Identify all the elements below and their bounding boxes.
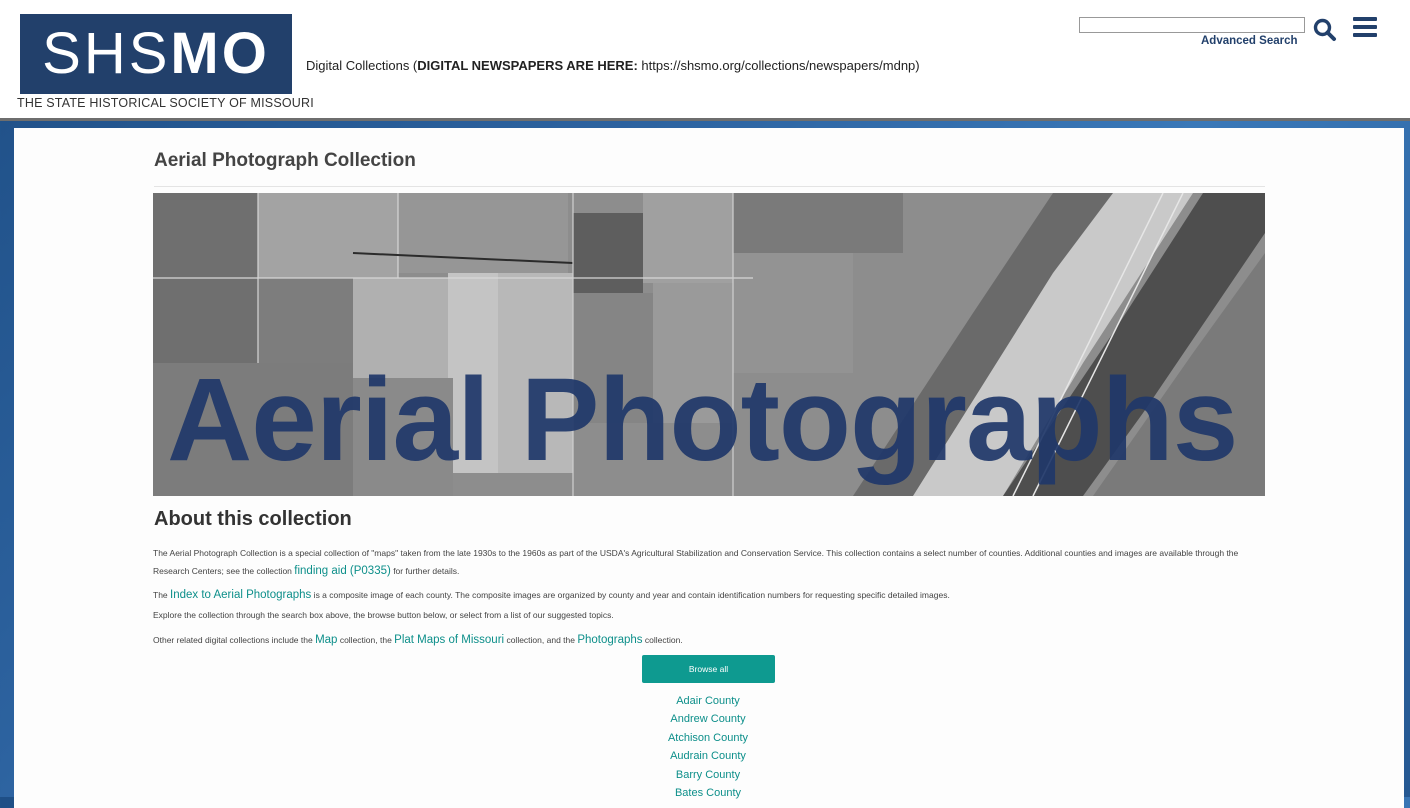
topic-link-adair-county[interactable]: Adair County [676,695,740,707]
topic-item: Adair County [594,691,822,709]
topic-item: Andrew County [594,709,822,727]
plat-maps-link[interactable]: Plat Maps of Missouri [394,634,504,646]
logo-wordmark: SHSMO [20,14,292,94]
about-p2-text-after: is a composite image of each county. The… [311,590,950,600]
about-p4-text-4: collection. [642,635,683,645]
site-header: SHSMO THE STATE HISTORICAL SOCIETY OF MI… [0,0,1410,121]
notice-prefix: Digital Collections ( [306,58,418,73]
about-p4-text-1: Other related digital collections includ… [153,635,316,645]
hero-banner-text: Aerial Photographs [167,354,1238,486]
topic-link-audrain-county[interactable]: Audrain County [670,750,746,762]
topic-item: Barry County [594,765,822,783]
topic-item: Bates County [594,783,822,801]
topic-item: Atchison County [594,728,822,746]
logo-box: SHSMO [20,14,292,94]
site-notice: Digital Collections (DIGITAL NEWSPAPERS … [306,58,920,73]
shsmo-logo[interactable]: SHSMO THE STATE HISTORICAL SOCIETY OF MI… [17,14,314,118]
about-paragraph-4: Other related digital collections includ… [153,630,1265,650]
about-heading: About this collection [154,508,352,530]
hamburger-menu-icon[interactable] [1353,17,1377,39]
topic-link-andrew-county[interactable]: Andrew County [670,713,745,725]
topic-link-bates-county[interactable]: Bates County [675,787,741,799]
finding-aid-link[interactable]: finding aid (P0335) [294,565,391,577]
topic-link-atchison-county[interactable]: Atchison County [668,732,748,744]
about-p4-text-3: collection, and the [504,635,578,645]
about-p4-text-2: collection, the [337,635,395,645]
topic-item: Audrain County [594,746,822,764]
page-title: Aerial Photograph Collection [154,150,416,171]
browse-all-button[interactable]: Browse all [642,655,775,683]
about-p2-text-before: The [153,590,171,600]
index-aerial-photographs-link[interactable]: Index to Aerial Photographs [170,589,311,601]
logo-word-light: SHS [42,21,171,86]
notice-suffix: https://shsmo.org/collections/newspapers… [637,58,920,73]
about-paragraph-1: The Aerial Photograph Collection is a sp… [153,546,1265,581]
hero-banner: Aerial Photographs [153,193,1265,496]
topic-link-barry-county[interactable]: Barry County [676,769,740,781]
suggested-topics-list: Adair County Andrew County Atchison Coun… [594,691,822,801]
logo-tagline: THE STATE HISTORICAL SOCIETY OF MISSOURI [17,96,314,110]
search-icon[interactable] [1312,17,1338,43]
main-content: Aerial Photograph Collection Aerial Phot… [14,128,1404,808]
map-collection-link[interactable]: Map [315,634,337,646]
about-paragraph-3: Explore the collection through the searc… [153,610,614,620]
title-divider [154,186,1265,187]
photographs-collection-link[interactable]: Photographs [577,634,642,646]
about-paragraph-2: The Index to Aerial Photographs is a com… [153,585,1265,605]
about-p1-text-after: for further details. [390,565,460,576]
advanced-search-link[interactable]: Advanced Search [1201,35,1298,47]
logo-word-bold: MO [170,21,270,86]
search-input[interactable] [1079,17,1305,33]
notice-strong: DIGITAL NEWSPAPERS ARE HERE: [417,58,638,73]
